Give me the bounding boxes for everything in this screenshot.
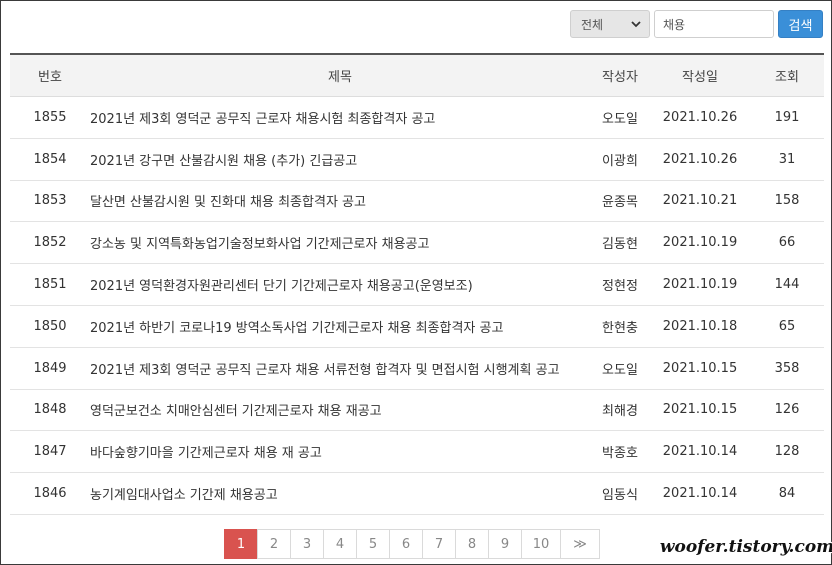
table-row: 1846 농기계임대사업소 기간제 채용공고 임동식 2021.10.14 84: [10, 473, 824, 515]
post-views: 65: [778, 318, 796, 334]
header-author: 작성자: [602, 70, 638, 85]
header-no: 번호: [38, 70, 62, 85]
post-number: 1849: [33, 360, 67, 376]
table-row: 1850 2021년 하반기 코로나19 방역소독사업 기간제근로자 채용 최종합…: [10, 306, 824, 348]
post-number: 1854: [33, 151, 67, 167]
header-views: 조회: [775, 70, 799, 85]
page-9-button[interactable]: 9: [488, 529, 522, 559]
post-author: 김동현: [602, 237, 638, 253]
post-title-link[interactable]: 2021년 하반기 코로나19 방역소독사업 기간제근로자 채용 최종합격자 공…: [90, 317, 590, 336]
post-views: 144: [774, 277, 800, 293]
search-button[interactable]: 검색: [778, 10, 823, 38]
post-author: 한현충: [602, 320, 638, 336]
page-5-button[interactable]: 5: [356, 529, 390, 559]
search-input-value: 채용: [663, 17, 686, 32]
pagination: 1 2 3 4 5 6 7 8 9 10 ≫: [224, 529, 600, 559]
post-date: 2021.10.14: [662, 486, 738, 502]
post-author: 오도일: [602, 362, 638, 378]
post-date: 2021.10.18: [662, 318, 738, 334]
next-page-button[interactable]: ≫: [560, 529, 600, 559]
post-title-link[interactable]: 2021년 강구면 산불감시원 채용 (추가) 긴급공고: [90, 150, 590, 169]
page-6-button[interactable]: 6: [389, 529, 423, 559]
post-views: 126: [774, 402, 800, 418]
post-title-link[interactable]: 영덕군보건소 치매안심센터 기간제근로자 채용 재공고: [90, 400, 590, 419]
post-title-link[interactable]: 2021년 영덕환경자원관리센터 단기 기간제근로자 채용공고(운영보조): [90, 275, 590, 294]
post-title-link[interactable]: 농기계임대사업소 기간제 채용공고: [90, 484, 590, 503]
table-row: 1849 2021년 제3회 영덕군 공무직 근로자 채용 서류전형 합격자 및 …: [10, 348, 824, 390]
post-date: 2021.10.19: [662, 235, 738, 251]
table-row: 1847 바다숲향기마을 기간제근로자 채용 재 공고 박종호 2021.10.14 1…: [10, 431, 824, 474]
page-2-button[interactable]: 2: [257, 529, 291, 559]
search-input[interactable]: 채용: [654, 10, 774, 38]
header-date: 작성일: [682, 70, 718, 85]
page-8-button[interactable]: 8: [455, 529, 489, 559]
table-header: 번호 제목 작성자 작성일 조회: [10, 55, 824, 97]
post-date: 2021.10.21: [662, 193, 738, 209]
post-views: 358: [774, 360, 800, 376]
post-date: 2021.10.15: [662, 402, 738, 418]
post-date: 2021.10.14: [662, 444, 738, 460]
header-title: 제목: [328, 70, 352, 85]
post-number: 1847: [33, 444, 67, 460]
table-body: 1855 2021년 제3회 영덕군 공무직 근로자 채용시험 최종합격자 공고 오…: [10, 97, 824, 515]
post-views: 66: [778, 235, 796, 251]
page-3-button[interactable]: 3: [290, 529, 324, 559]
table-row: 1854 2021년 강구면 산불감시원 채용 (추가) 긴급공고 이광희 2021.…: [10, 139, 824, 181]
post-number: 1850: [33, 318, 67, 334]
post-date: 2021.10.15: [662, 360, 738, 376]
post-number: 1853: [33, 193, 67, 209]
page-7-button[interactable]: 7: [422, 529, 456, 559]
post-table: 번호 제목 작성자 작성일 조회 1855 2021년 제3회 영덕군 공무직 근…: [10, 53, 824, 515]
post-number: 1851: [33, 277, 67, 293]
post-author: 오도일: [602, 111, 638, 127]
table-row: 1852 강소농 및 지역특화농업기술정보화사업 기간제근로자 채용공고 김동현 20…: [10, 222, 824, 265]
table-row: 1855 2021년 제3회 영덕군 공무직 근로자 채용시험 최종합격자 공고 오…: [10, 97, 824, 139]
post-views: 31: [778, 151, 796, 167]
post-date: 2021.10.19: [662, 277, 738, 293]
search-scope-select[interactable]: 전체: [570, 10, 650, 38]
search-scope-value: 전체: [581, 17, 604, 32]
post-views: 84: [778, 486, 796, 502]
post-number: 1848: [33, 402, 67, 418]
post-author: 정현정: [602, 279, 638, 295]
post-title-link[interactable]: 바다숲향기마을 기간제근로자 채용 재 공고: [90, 442, 590, 461]
post-author: 윤종목: [602, 195, 638, 211]
page-1-button[interactable]: 1: [224, 529, 258, 559]
post-date: 2021.10.26: [662, 109, 738, 125]
post-number: 1855: [33, 109, 67, 125]
watermark: woofer.tistory.com: [660, 534, 832, 560]
post-author: 이광희: [602, 153, 638, 169]
page-10-button[interactable]: 10: [521, 529, 561, 559]
post-number: 1852: [33, 235, 67, 251]
post-author: 박종호: [602, 446, 638, 462]
post-title-link[interactable]: 2021년 제3회 영덕군 공무직 근로자 채용시험 최종합격자 공고: [90, 108, 590, 127]
post-author: 임동식: [602, 488, 638, 504]
chevron-down-icon: [630, 18, 642, 30]
post-title-link[interactable]: 2021년 제3회 영덕군 공무직 근로자 채용 서류전형 합격자 및 면접시험…: [90, 359, 590, 378]
post-views: 128: [774, 444, 800, 460]
post-number: 1846: [33, 486, 67, 502]
post-title-link[interactable]: 강소농 및 지역특화농업기술정보화사업 기간제근로자 채용공고: [90, 233, 590, 252]
post-author: 최해경: [602, 404, 638, 420]
table-row: 1848 영덕군보건소 치매안심센터 기간제근로자 채용 재공고 최해경 2021.1…: [10, 390, 824, 432]
board-frame: 전체 채용 검색 번호 제목 작성자 작성일 조회 1855 2021년 제3회 …: [0, 0, 832, 565]
watermark-text: woofer.tistory.com: [659, 537, 832, 557]
post-views: 158: [774, 193, 800, 209]
table-row: 1851 2021년 영덕환경자원관리센터 단기 기간제근로자 채용공고(운영보조…: [10, 264, 824, 306]
page-4-button[interactable]: 4: [323, 529, 357, 559]
post-date: 2021.10.26: [662, 151, 738, 167]
post-views: 191: [774, 109, 800, 125]
table-row: 1853 달산면 산불감시원 및 진화대 채용 최종합격자 공고 윤종목 2021.1…: [10, 181, 824, 223]
search-bar: 전체 채용 검색: [570, 10, 823, 38]
post-title-link[interactable]: 달산면 산불감시원 및 진화대 채용 최종합격자 공고: [90, 191, 590, 210]
